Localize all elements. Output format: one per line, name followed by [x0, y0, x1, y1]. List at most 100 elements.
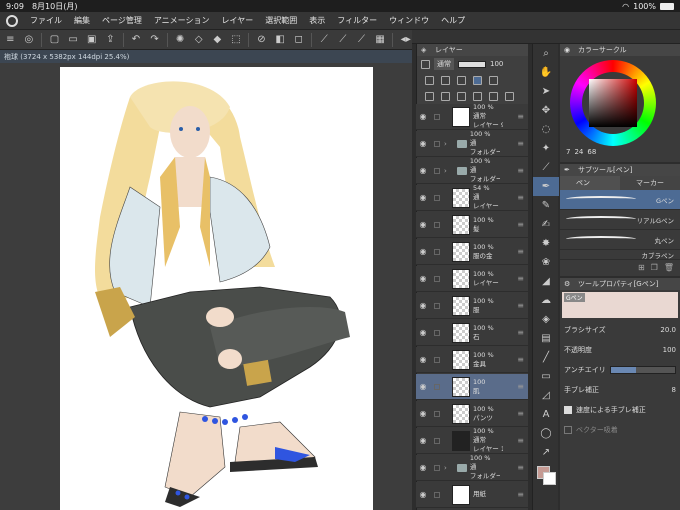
snap-ruler-icon[interactable]: ⟋ [337, 33, 350, 46]
layer-row[interactable]: ◉ 100 % 服の金 ≡ [416, 239, 528, 265]
eye-icon[interactable]: ◉ [416, 301, 430, 310]
eye-icon[interactable]: ◉ [416, 436, 430, 445]
brush-size-value[interactable]: 20.0 [660, 326, 676, 334]
layer-menu-icon[interactable]: ≡ [517, 247, 524, 256]
fill-icon[interactable]: ◆ [211, 33, 224, 46]
layer-menu-icon[interactable]: ≡ [517, 112, 524, 121]
flip-icon[interactable]: ◂▸ [399, 33, 412, 46]
layer-lock-checkbox[interactable] [434, 167, 440, 174]
layer-row[interactable]: ◉ 100 % 通常 レイヤー 9 ≡ [416, 103, 528, 130]
reference-icon[interactable] [441, 75, 450, 85]
menu-filter[interactable]: フィルター [337, 15, 377, 26]
ruler-tool-icon[interactable]: ◿ [533, 386, 559, 405]
correct-line-tool-icon[interactable]: ↗ [533, 443, 559, 462]
redo-icon[interactable]: ↷ [148, 33, 161, 46]
new-vector-layer-icon[interactable] [441, 91, 450, 101]
layer-menu-icon[interactable]: ≡ [517, 166, 524, 175]
figure-tool-icon[interactable]: ╱ [533, 348, 559, 367]
folder-expand-icon[interactable]: › [444, 167, 447, 175]
menu-file[interactable]: ファイル [30, 15, 62, 26]
eye-icon[interactable]: ◉ [416, 490, 430, 499]
sub-color-swatch[interactable] [543, 472, 556, 485]
layer-property-icon[interactable] [421, 59, 430, 69]
layer-menu-icon[interactable]: ≡ [517, 436, 524, 445]
eye-icon[interactable]: ◉ [416, 193, 430, 202]
layer-lock-checkbox[interactable] [434, 437, 440, 444]
balloon-tool-icon[interactable]: ◯ [533, 424, 559, 443]
home-icon[interactable]: ◎ [23, 33, 36, 46]
layer-row[interactable]: ◉ 100 肌 ≡ [416, 374, 528, 400]
tab-marker[interactable]: マーカー [620, 176, 680, 190]
app-logo-icon[interactable] [6, 14, 18, 27]
layer-menu-icon[interactable]: ≡ [517, 328, 524, 337]
layer-menu-icon[interactable]: ≡ [517, 409, 524, 418]
menu-view[interactable]: 表示 [309, 15, 325, 26]
undo-icon[interactable]: ↶ [130, 33, 143, 46]
brush-g-pen[interactable]: Gペン [560, 190, 680, 210]
snap-special-icon[interactable]: ⟋ [355, 33, 368, 46]
hsv-s[interactable]: 24 [574, 148, 583, 156]
move-layer-tool-icon[interactable]: ✥ [533, 101, 559, 120]
lock-icon[interactable] [457, 75, 466, 85]
eyedropper-tool-icon[interactable]: ⟋ [533, 158, 559, 177]
lock-transparent-icon[interactable] [473, 75, 482, 85]
brush-tool-icon[interactable]: ✍ [533, 215, 559, 234]
saturation-value-square[interactable] [589, 79, 637, 127]
eye-icon[interactable]: ◉ [416, 112, 430, 121]
ruler-icon[interactable]: ⟋ [318, 33, 331, 46]
brush-round-pen[interactable]: 丸ペン [560, 230, 680, 250]
copy-subtool-icon[interactable]: ❐ [651, 263, 658, 272]
hsv-h[interactable]: 7 [566, 148, 570, 156]
zoom-tool-icon[interactable]: ⌕ [533, 44, 559, 63]
antialias-selector[interactable] [609, 366, 676, 374]
merge-layer-icon[interactable] [489, 91, 498, 101]
blend-tool-icon[interactable]: ☁ [533, 291, 559, 310]
layer-menu-icon[interactable]: ≡ [517, 220, 524, 229]
transform-icon[interactable]: ⬚ [230, 33, 243, 46]
layer-lock-checkbox[interactable] [434, 275, 440, 282]
auto-select-tool-icon[interactable]: ✦ [533, 139, 559, 158]
layer-row[interactable]: ◉ 用紙 ≡ [416, 482, 528, 508]
eye-icon[interactable]: ◉ [416, 328, 430, 337]
layer-lock-checkbox[interactable] [434, 140, 440, 147]
layer-menu-icon[interactable]: ≡ [517, 274, 524, 283]
invert-selection-icon[interactable]: ◧ [274, 33, 287, 46]
eye-icon[interactable]: ◉ [416, 409, 430, 418]
layer-menu-icon[interactable]: ≡ [517, 463, 524, 472]
delete-layer-icon[interactable] [505, 91, 514, 101]
layer-menu-icon[interactable]: ≡ [517, 139, 524, 148]
brush-kabura-pen[interactable]: カブラペン [560, 250, 680, 260]
hand-tool-icon[interactable]: ✋ [533, 63, 559, 82]
eye-icon[interactable]: ◉ [416, 274, 430, 283]
gradient-tool-icon[interactable]: ▤ [533, 329, 559, 348]
eye-icon[interactable]: ◉ [416, 166, 430, 175]
layer-menu-icon[interactable]: ≡ [517, 490, 524, 499]
new-raster-layer-icon[interactable] [425, 91, 434, 101]
layer-lock-checkbox[interactable] [434, 248, 440, 255]
layer-row[interactable]: ◉ 100 % 金具 ≡ [416, 347, 528, 373]
layer-lock-checkbox[interactable] [434, 464, 440, 471]
select-all-icon[interactable]: ◻ [292, 33, 305, 46]
layer-row[interactable]: ◉ › 100 % 通フォルダー ≡ [416, 157, 528, 184]
fill-tool-icon[interactable]: ◈ [533, 310, 559, 329]
export-icon[interactable]: ⇪ [104, 33, 117, 46]
menu-animation[interactable]: アニメーション [154, 15, 210, 26]
layer-row[interactable]: ◉ 54 % 通レイヤー ≡ [416, 184, 528, 211]
tool-opacity-value[interactable]: 100 [663, 346, 676, 354]
layer-menu-icon[interactable]: ≡ [517, 355, 524, 364]
layer-row[interactable]: ◉ 100 % レイヤー ≡ [416, 266, 528, 292]
brush-real-g-pen[interactable]: リアルGペン [560, 210, 680, 230]
blend-mode-select[interactable]: 通常 [434, 58, 454, 70]
menu-window[interactable]: ウィンドウ [389, 15, 429, 26]
airbrush-tool-icon[interactable]: ✸ [533, 234, 559, 253]
eye-icon[interactable]: ◉ [416, 382, 430, 391]
frame-tool-icon[interactable]: ▭ [533, 367, 559, 386]
opacity-slider[interactable] [458, 60, 486, 68]
hsv-v[interactable]: 68 [587, 148, 596, 156]
layer-lock-checkbox[interactable] [434, 302, 440, 309]
add-subtool-icon[interactable]: ⊞ [638, 263, 645, 272]
eye-icon[interactable]: ◉ [416, 220, 430, 229]
deselect-icon[interactable]: ⊘ [255, 33, 268, 46]
menu-help[interactable]: ヘルプ [441, 15, 465, 26]
eraser-tool-icon[interactable]: ◢ [533, 272, 559, 291]
